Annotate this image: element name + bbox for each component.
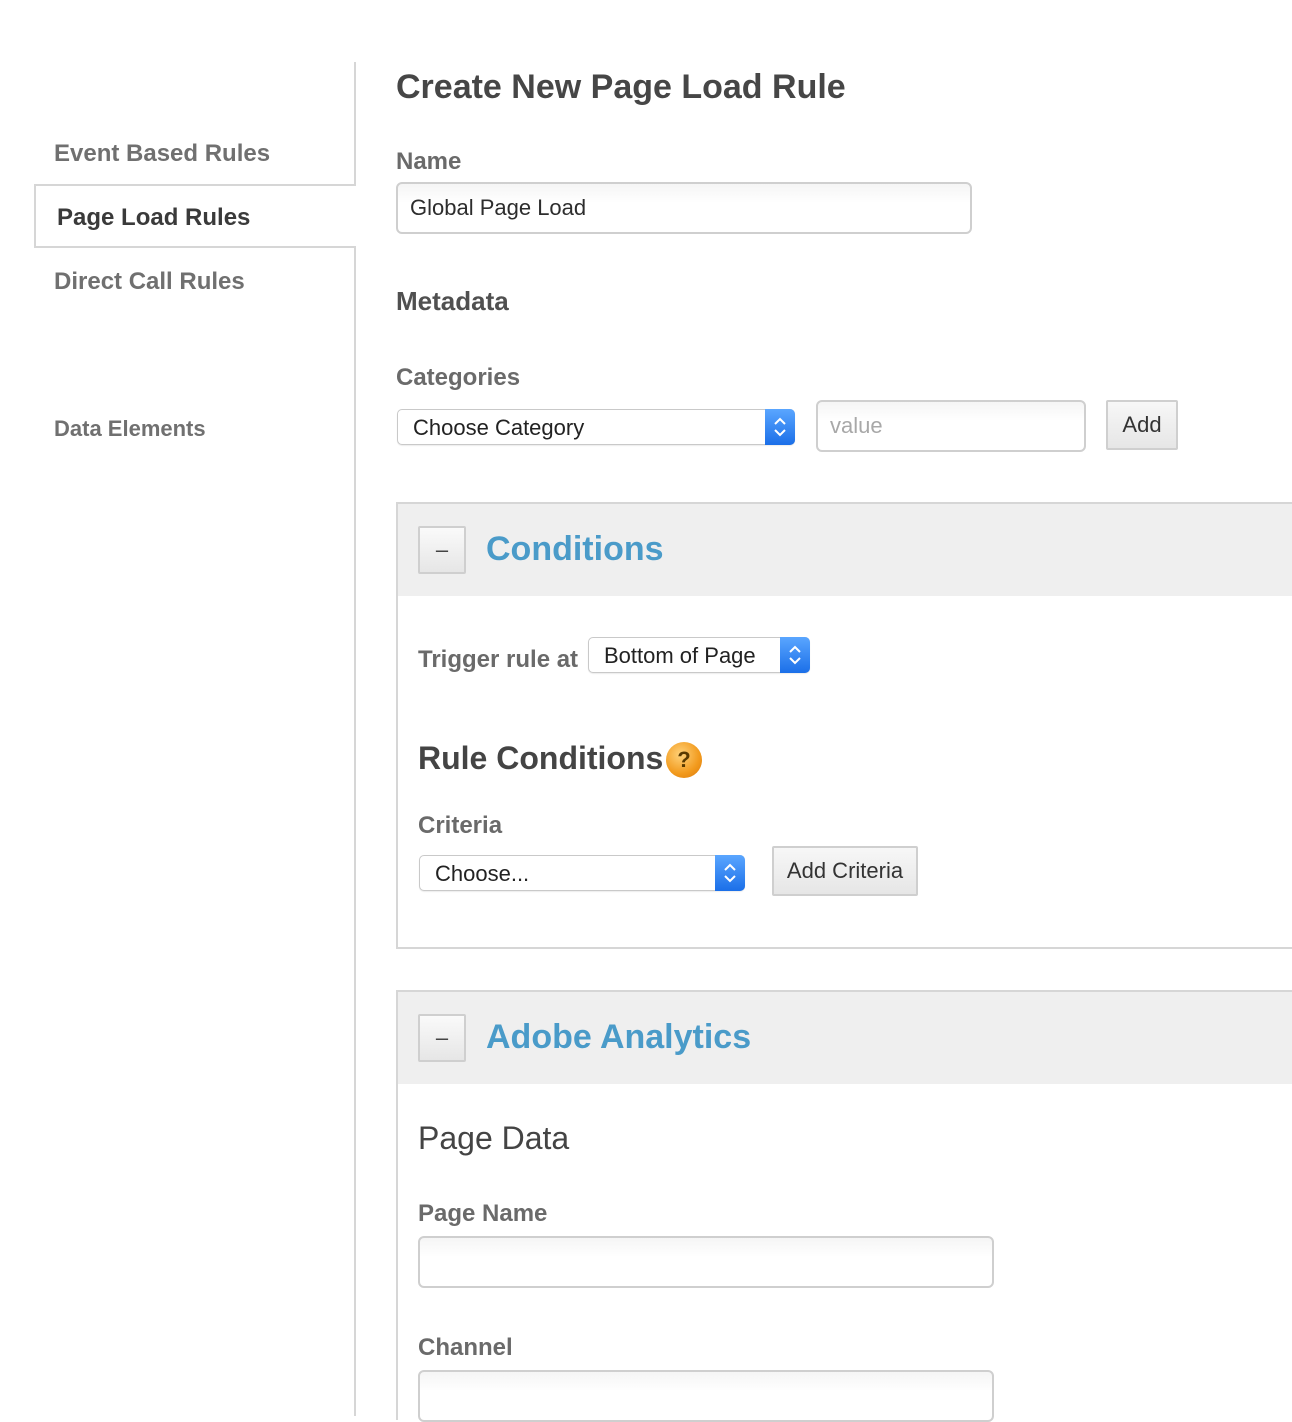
trigger-select[interactable]: Bottom of Page bbox=[588, 637, 810, 673]
name-label: Name bbox=[396, 148, 462, 175]
categories-label: Categories bbox=[396, 364, 521, 391]
sidebar-item-data-elements[interactable]: Data Elements bbox=[54, 416, 206, 442]
criteria-select[interactable]: Choose... bbox=[419, 855, 745, 891]
page-title: Create New Page Load Rule bbox=[396, 68, 846, 106]
conditions-panel-header: – Conditions bbox=[398, 504, 1292, 596]
sidebar-divider bbox=[354, 62, 356, 1416]
add-criteria-button-label: Add Criteria bbox=[786, 858, 904, 883]
select-arrows-icon bbox=[715, 855, 745, 891]
select-arrows-icon bbox=[780, 637, 810, 673]
channel-label: Channel bbox=[418, 1334, 513, 1361]
channel-field[interactable] bbox=[418, 1370, 994, 1422]
sidebar-item-label: Page Load Rules bbox=[57, 204, 251, 231]
name-field[interactable] bbox=[396, 182, 972, 234]
conditions-title: Conditions bbox=[486, 530, 664, 568]
minus-icon: – bbox=[435, 537, 449, 562]
rule-conditions-heading: Rule Conditions bbox=[418, 740, 664, 776]
conditions-panel: – Conditions Trigger rule at Bottom of P… bbox=[396, 502, 1292, 949]
conditions-collapse-button[interactable]: – bbox=[418, 526, 466, 574]
adobe-analytics-panel: – Adobe Analytics Page Data Page Name Ch… bbox=[396, 990, 1292, 1422]
criteria-label: Criteria bbox=[418, 812, 503, 839]
select-arrows-icon bbox=[765, 409, 795, 445]
help-glyph: ? bbox=[677, 747, 691, 772]
sidebar-item-label: Data Elements bbox=[54, 416, 206, 441]
sidebar-item-label: Event Based Rules bbox=[54, 140, 271, 167]
category-select-value: Choose Category bbox=[413, 415, 585, 440]
trigger-label: Trigger rule at bbox=[418, 646, 579, 673]
help-icon[interactable]: ? bbox=[666, 742, 702, 778]
page-name-field[interactable] bbox=[418, 1236, 994, 1288]
trigger-select-value: Bottom of Page bbox=[604, 643, 756, 668]
sidebar-item-page-load-rules[interactable]: Page Load Rules bbox=[34, 184, 356, 248]
minus-icon: – bbox=[435, 1025, 449, 1050]
category-value-input[interactable] bbox=[816, 400, 1086, 452]
add-criteria-button[interactable]: Add Criteria bbox=[772, 846, 918, 896]
page-name-label: Page Name bbox=[418, 1200, 548, 1227]
adobe-analytics-panel-header: – Adobe Analytics bbox=[398, 992, 1292, 1084]
add-category-button[interactable]: Add bbox=[1106, 400, 1178, 450]
category-select[interactable]: Choose Category bbox=[397, 409, 795, 445]
sidebar-item-direct-call-rules[interactable]: Direct Call Rules bbox=[54, 268, 245, 296]
add-category-button-label: Add bbox=[1122, 412, 1162, 437]
criteria-select-value: Choose... bbox=[435, 861, 530, 886]
sidebar-item-label: Direct Call Rules bbox=[54, 268, 245, 295]
sidebar-item-event-based-rules[interactable]: Event Based Rules bbox=[54, 140, 270, 168]
adobe-analytics-collapse-button[interactable]: – bbox=[418, 1014, 466, 1062]
adobe-analytics-title: Adobe Analytics bbox=[486, 1018, 752, 1056]
page-data-heading: Page Data bbox=[418, 1120, 570, 1156]
metadata-heading: Metadata bbox=[396, 286, 509, 316]
